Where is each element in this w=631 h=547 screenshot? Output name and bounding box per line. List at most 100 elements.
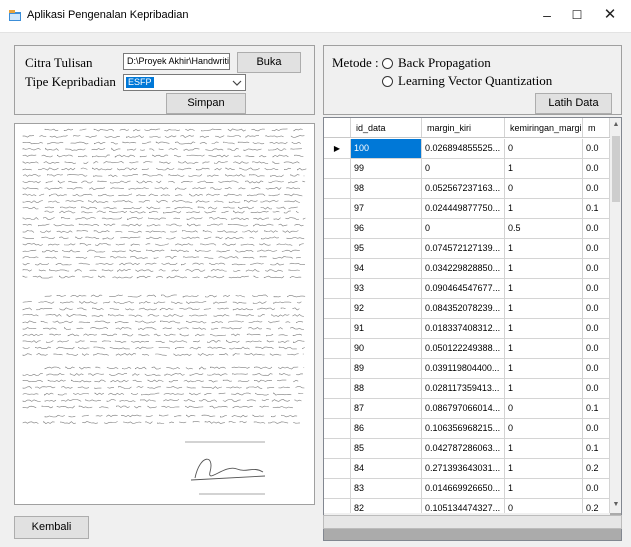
cell-margin-kiri[interactable]: 0.106356968215...	[422, 419, 505, 439]
cell-m[interactable]: 0.0	[583, 359, 610, 379]
cell-m[interactable]: 0.0	[583, 319, 610, 339]
cell-m[interactable]: 0.0	[583, 479, 610, 499]
maximize-button[interactable]: ☐	[562, 4, 592, 26]
radio-lvq[interactable]: Learning Vector Quantization	[382, 73, 552, 89]
cell-margin-kiri[interactable]: 0.090464547677...	[422, 279, 505, 299]
cell-margin-kiri[interactable]: 0	[422, 159, 505, 179]
cell-kemiringan-margin[interactable]: 0	[505, 139, 583, 159]
row-selector[interactable]	[324, 359, 351, 379]
table-row[interactable]: 99 0 1 0.0	[324, 159, 610, 179]
cell-kemiringan-margin[interactable]: 0	[505, 499, 583, 513]
close-button[interactable]: ✕	[595, 4, 625, 26]
scroll-down-icon[interactable]: ▼	[610, 501, 621, 508]
radio-back-propagation[interactable]: Back Propagation	[382, 55, 491, 71]
table-row[interactable]: 84 0.271393643031... 1 0.2	[324, 459, 610, 479]
cell-m[interactable]: 0.0	[583, 159, 610, 179]
vertical-scroll-thumb[interactable]	[612, 136, 620, 202]
cell-margin-kiri[interactable]: 0.052567237163...	[422, 179, 505, 199]
simpan-button[interactable]: Simpan	[166, 93, 246, 114]
cell-kemiringan-margin[interactable]: 1	[505, 299, 583, 319]
cell-margin-kiri[interactable]: 0.084352078239...	[422, 299, 505, 319]
cell-m[interactable]: 0.0	[583, 279, 610, 299]
row-selector[interactable]	[324, 199, 351, 219]
cell-kemiringan-margin[interactable]: 0.5	[505, 219, 583, 239]
minimize-button[interactable]: –	[532, 4, 562, 26]
row-selector[interactable]	[324, 499, 351, 513]
cell-m[interactable]: 0.0	[583, 259, 610, 279]
cell-margin-kiri[interactable]: 0.039119804400...	[422, 359, 505, 379]
latih-data-button[interactable]: Latih Data	[535, 93, 612, 114]
table-row[interactable]: 93 0.090464547677... 1 0.0	[324, 279, 610, 299]
row-selector[interactable]	[324, 459, 351, 479]
cell-m[interactable]: 0.1	[583, 199, 610, 219]
table-row[interactable]: 90 0.050122249388... 1 0.0	[324, 339, 610, 359]
table-row[interactable]: 96 0 0.5 0.0	[324, 219, 610, 239]
cell-m[interactable]: 0.0	[583, 139, 610, 159]
cell-margin-kiri[interactable]: 0.042787286063...	[422, 439, 505, 459]
table-row[interactable]: 92 0.084352078239... 1 0.0	[324, 299, 610, 319]
cell-margin-kiri[interactable]: 0.034229828850...	[422, 259, 505, 279]
cell-id-data[interactable]: 94	[351, 259, 422, 279]
cell-margin-kiri[interactable]: 0.074572127139...	[422, 239, 505, 259]
cell-margin-kiri[interactable]: 0.026894855525...	[422, 139, 505, 159]
kembali-button[interactable]: Kembali	[14, 516, 89, 539]
cell-id-data[interactable]: 92	[351, 299, 422, 319]
cell-id-data[interactable]: 83	[351, 479, 422, 499]
cell-kemiringan-margin[interactable]: 1	[505, 199, 583, 219]
table-row[interactable]: 86 0.106356968215... 0 0.0	[324, 419, 610, 439]
table-row[interactable]: 88 0.028117359413... 1 0.0	[324, 379, 610, 399]
cell-id-data[interactable]: 97	[351, 199, 422, 219]
cell-kemiringan-margin[interactable]: 1	[505, 159, 583, 179]
row-selector[interactable]	[324, 239, 351, 259]
cell-kemiringan-margin[interactable]: 1	[505, 239, 583, 259]
row-selector[interactable]	[324, 179, 351, 199]
column-header-id-data[interactable]: id_data	[351, 118, 422, 137]
cell-margin-kiri[interactable]: 0.050122249388...	[422, 339, 505, 359]
cell-margin-kiri[interactable]: 0.014669926650...	[422, 479, 505, 499]
cell-kemiringan-margin[interactable]: 1	[505, 459, 583, 479]
row-selector[interactable]	[324, 159, 351, 179]
data-grid[interactable]: id_data margin_kiri kemiringan_margin_ m…	[323, 117, 622, 541]
cell-m[interactable]: 0.0	[583, 239, 610, 259]
row-selector[interactable]	[324, 439, 351, 459]
row-selector[interactable]	[324, 339, 351, 359]
cell-m[interactable]: 0.0	[583, 299, 610, 319]
cell-kemiringan-margin[interactable]: 1	[505, 259, 583, 279]
cell-id-data[interactable]: 100	[351, 139, 422, 159]
cell-kemiringan-margin[interactable]: 1	[505, 359, 583, 379]
cell-id-data[interactable]: 96	[351, 219, 422, 239]
cell-id-data[interactable]: 98	[351, 179, 422, 199]
cell-id-data[interactable]: 95	[351, 239, 422, 259]
cell-id-data[interactable]: 89	[351, 359, 422, 379]
scroll-up-icon[interactable]: ▲	[610, 121, 621, 128]
cell-margin-kiri[interactable]: 0.271393643031...	[422, 459, 505, 479]
table-row[interactable]: 97 0.024449877750... 1 0.1	[324, 199, 610, 219]
table-row[interactable]: 91 0.018337408312... 1 0.0	[324, 319, 610, 339]
cell-m[interactable]: 0.1	[583, 399, 610, 419]
cell-m[interactable]: 0.0	[583, 339, 610, 359]
row-selector[interactable]	[324, 379, 351, 399]
cell-id-data[interactable]: 88	[351, 379, 422, 399]
image-path-field[interactable]: D:\Proyek Akhir\Handwriting\DT	[123, 53, 230, 70]
cell-m[interactable]: 0.0	[583, 419, 610, 439]
cell-kemiringan-margin[interactable]: 1	[505, 279, 583, 299]
cell-m[interactable]: 0.0	[583, 379, 610, 399]
cell-m[interactable]: 0.2	[583, 499, 610, 513]
vertical-scrollbar[interactable]: ▲ ▼	[610, 118, 621, 513]
table-row[interactable]: 87 0.086797066014... 0 0.1	[324, 399, 610, 419]
table-row[interactable]: 94 0.034229828850... 1 0.0	[324, 259, 610, 279]
cell-id-data[interactable]: 93	[351, 279, 422, 299]
cell-kemiringan-margin[interactable]: 1	[505, 439, 583, 459]
cell-id-data[interactable]: 82	[351, 499, 422, 513]
cell-id-data[interactable]: 87	[351, 399, 422, 419]
cell-kemiringan-margin[interactable]: 1	[505, 319, 583, 339]
cell-m[interactable]: 0.2	[583, 459, 610, 479]
table-row[interactable]: 85 0.042787286063... 1 0.1	[324, 439, 610, 459]
row-selector[interactable]	[324, 399, 351, 419]
cell-margin-kiri[interactable]: 0.105134474327...	[422, 499, 505, 513]
cell-margin-kiri[interactable]: 0.086797066014...	[422, 399, 505, 419]
column-header-kemiringan-margin[interactable]: kemiringan_margin_	[505, 118, 583, 137]
table-row[interactable]: ▶ 100 0.026894855525... 0 0.0	[324, 139, 610, 159]
column-header-margin-kiri[interactable]: margin_kiri	[422, 118, 505, 137]
row-selector[interactable]	[324, 219, 351, 239]
